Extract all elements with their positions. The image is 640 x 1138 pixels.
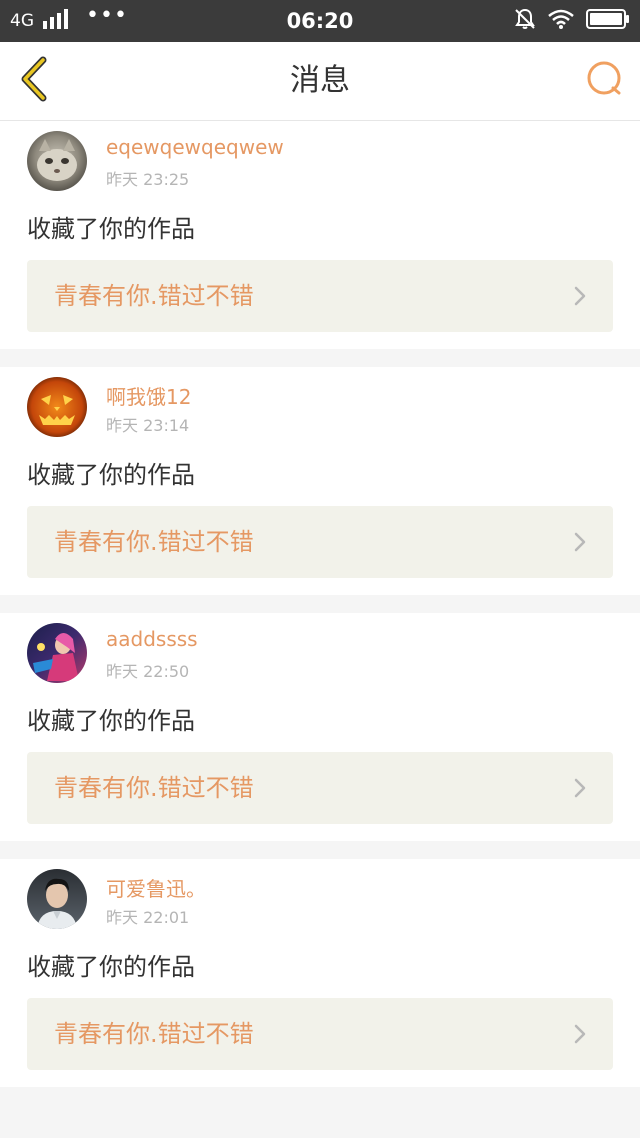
pumpkin-avatar-icon[interactable] [27,377,87,437]
action-text: 收藏了你的作品 [27,953,195,981]
work-link[interactable]: 青春有你.错过不错 [27,260,613,332]
game-character-avatar-icon[interactable] [27,623,87,683]
work-link[interactable]: 青春有你.错过不错 [27,998,613,1070]
navigation-bar: 消息 [0,42,640,121]
timestamp: 昨天 22:50 [106,662,190,681]
chevron-right-icon [573,286,587,306]
message-card: eqewqewqeqwew 昨天 23:25 收藏了你的作品 青春有你.错过不错 [0,121,640,349]
username[interactable]: 啊我饿12 [106,381,191,410]
message-card: 可爱鲁迅。 昨天 22:01 收藏了你的作品 青春有你.错过不错 [0,859,640,1087]
search-button[interactable] [584,60,626,102]
mute-bell-icon [514,8,536,34]
chevron-right-icon [573,1024,587,1044]
timestamp: 昨天 23:25 [106,170,190,189]
username[interactable]: eqewqewqeqwew [106,135,284,159]
message-card: aaddssss 昨天 22:50 收藏了你的作品 青春有你.错过不错 [0,613,640,841]
battery-icon [586,8,630,34]
page-title: 消息 [290,63,350,98]
username[interactable]: aaddssss [106,627,198,651]
message-list: eqewqewqeqwew 昨天 23:25 收藏了你的作品 青春有你.错过不错 [0,121,640,1087]
cat-avatar-icon[interactable] [27,131,87,191]
back-arrow-icon [17,56,51,106]
search-icon [586,60,624,102]
chevron-right-icon [573,778,587,798]
work-title: 青春有你.错过不错 [54,528,254,556]
action-text: 收藏了你的作品 [27,707,195,735]
man-photo-avatar-icon[interactable] [27,869,87,929]
action-text: 收藏了你的作品 [27,461,195,489]
work-link[interactable]: 青春有你.错过不错 [27,752,613,824]
username[interactable]: 可爱鲁迅。 [106,873,206,902]
chevron-right-icon [573,532,587,552]
work-title: 青春有你.错过不错 [54,1020,254,1048]
action-text: 收藏了你的作品 [27,215,195,243]
timestamp: 昨天 22:01 [106,908,190,927]
work-title: 青春有你.错过不错 [54,282,254,310]
back-button[interactable] [14,56,54,106]
wifi-icon [548,9,574,33]
timestamp: 昨天 23:14 [106,416,190,435]
work-title: 青春有你.错过不错 [54,774,254,802]
status-right [514,0,630,42]
message-card: 啊我饿12 昨天 23:14 收藏了你的作品 青春有你.错过不错 [0,367,640,595]
status-bar: 4G ••• 06:20 [0,0,640,42]
work-link[interactable]: 青春有你.错过不错 [27,506,613,578]
